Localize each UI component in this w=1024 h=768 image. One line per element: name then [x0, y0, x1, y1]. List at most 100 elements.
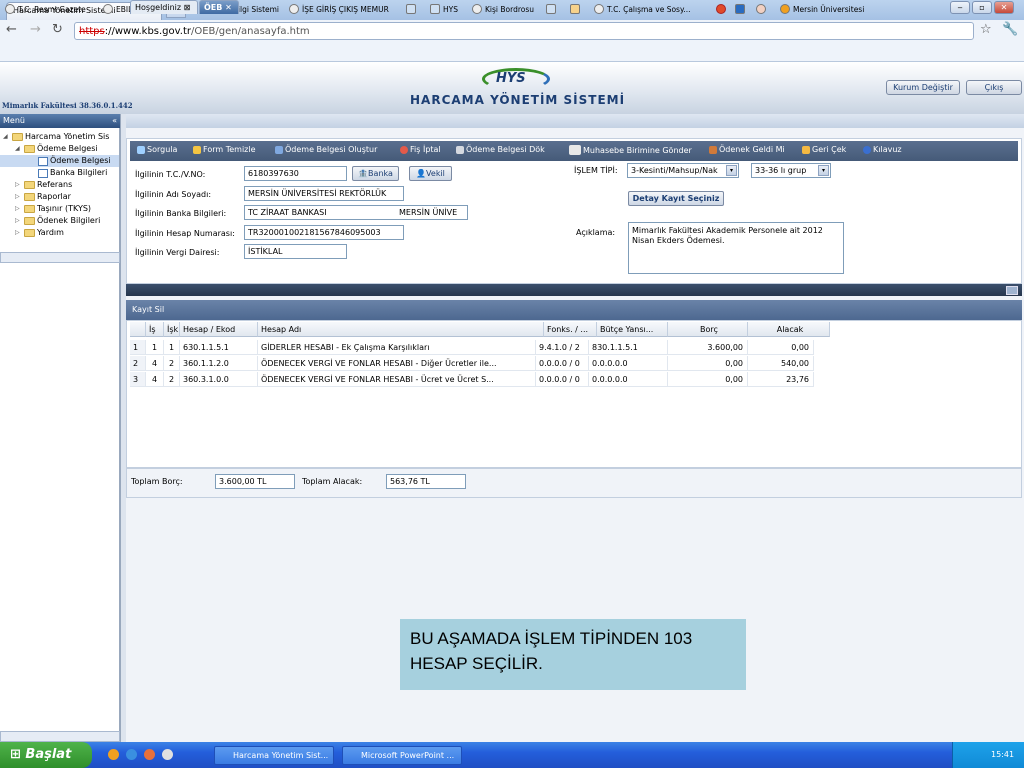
odeme-belgesi-dok-button[interactable]: Ödeme Belgesi Dök	[456, 145, 545, 154]
grid-cell-isk[interactable]: 1	[164, 340, 180, 355]
back-icon[interactable]: ←	[6, 22, 17, 37]
grid-header-hesap-adi[interactable]: Hesap Adı	[258, 322, 544, 337]
forward-icon[interactable]: →	[30, 22, 41, 37]
grid-cell-butce[interactable]: 0.0.0.0.0	[589, 356, 668, 371]
toplam-alacak-field[interactable]: 563,76 TL	[386, 474, 466, 489]
form-temizle-button[interactable]: Form Temizle	[193, 145, 256, 154]
bookmark-item[interactable]	[716, 4, 726, 14]
vergi-field[interactable]: İSTİKLAL	[244, 244, 347, 259]
grid-header-borc[interactable]: Borç	[668, 322, 748, 337]
expand-icon[interactable]: ▷	[15, 203, 22, 215]
grid-cell-alacak[interactable]: 540,00	[748, 356, 814, 371]
geri-cek-button[interactable]: Geri Çek	[802, 145, 846, 154]
tree-item-odenek[interactable]: ▷ Ödenek Bilgileri	[0, 215, 119, 227]
bookmark-item[interactable]	[406, 4, 416, 14]
grid-cell-is[interactable]: 1	[146, 340, 164, 355]
expand-icon[interactable]: ▷	[15, 191, 22, 203]
grup-select[interactable]: 33-36 lı grup ▾	[751, 163, 831, 178]
bookmark-item[interactable]	[570, 4, 580, 14]
chevron-down-icon[interactable]: ▾	[726, 165, 737, 176]
hesap-field[interactable]: TR320001002181567846095003	[244, 225, 404, 240]
grid-cell-hesap[interactable]: 360.3.1.0.0	[180, 372, 258, 387]
tab-oeb[interactable]: ÖEB ✕	[199, 0, 239, 14]
kurum-degistir-button[interactable]: Kurum Değiştir	[886, 80, 960, 95]
bookmark-item[interactable]: T.C. Resmi Gazete	[5, 4, 86, 14]
bookmark-item[interactable]: İŞE GİRİŞ ÇIKIŞ MEMUR	[289, 4, 389, 14]
firefox-icon[interactable]	[108, 749, 119, 760]
muhasebe-gonder-button[interactable]: Muhasebe Birimine Gönder	[569, 145, 692, 155]
wrench-icon[interactable]: 🔧	[1002, 22, 1018, 37]
collapse-icon[interactable]: «	[112, 116, 117, 125]
chevron-down-icon[interactable]: ▾	[818, 165, 829, 176]
grid-cell-fonks[interactable]: 0.0.0.0 / 0	[536, 372, 589, 387]
tree-item-odeme-belgesi[interactable]: ◢ Ödeme Belgesi	[0, 143, 119, 155]
detay-kayit-button[interactable]: Detay Kayıt Seçiniz	[628, 191, 724, 206]
grid-cell-hesap-adi[interactable]: ÖDENECEK VERGİ VE FONLAR HESABI - Ücret …	[258, 372, 536, 387]
tree-item-odeme-belgesi-doc[interactable]: Ödeme Belgesi	[0, 155, 119, 167]
close-icon[interactable]: ⊠	[184, 3, 191, 12]
kayit-sil-bar[interactable]: Kayıt Sil	[126, 300, 1022, 320]
bookmark-item[interactable]: HYS	[430, 4, 458, 14]
grid-cell-alacak[interactable]: 23,76	[748, 372, 814, 387]
reload-icon[interactable]: ↻	[52, 22, 63, 37]
grid-cell-borc[interactable]: 3.600,00	[668, 340, 748, 355]
start-button[interactable]: ⊞ Başlat	[0, 742, 92, 768]
chrome-icon[interactable]	[162, 749, 173, 760]
vekil-button[interactable]: 👤Vekil	[409, 166, 452, 181]
maximize-button[interactable]: ▫	[972, 1, 992, 14]
islem-tipi-select[interactable]: 3-Kesinti/Mahsup/Nak ▾	[627, 163, 739, 178]
expand-icon[interactable]: ◢	[3, 131, 10, 143]
url-field[interactable]: https://www.kbs.gov.tr/OEB/gen/anasayfa.…	[74, 22, 974, 40]
ad-field[interactable]: MERSİN ÜNİVERSİTESİ REKTÖRLÜK	[244, 186, 404, 201]
fis-iptal-button[interactable]: Fiş İptal	[400, 145, 441, 154]
grid-cell-alacak[interactable]: 0,00	[748, 340, 814, 355]
odeme-belgesi-olustur-button[interactable]: Ödeme Belgesi Oluştur	[275, 145, 377, 154]
grid-cell-butce[interactable]: 830.1.1.5.1	[589, 340, 668, 355]
grid-cell-borc[interactable]: 0,00	[668, 372, 748, 387]
tree-item-referans[interactable]: ▷ Referans	[0, 179, 119, 191]
banka-button[interactable]: 🏦Banka	[352, 166, 399, 181]
grid-header-fonks[interactable]: Fonks. / ...	[544, 322, 597, 337]
tc-field[interactable]: 6180397630	[244, 166, 347, 181]
odenek-geldi-mi-button[interactable]: Ödenek Geldi Mi	[709, 145, 785, 154]
grid-cell-hesap-adi[interactable]: ÖDENECEK VERGİ VE FONLAR HESABI - Diğer …	[258, 356, 536, 371]
toplam-borc-field[interactable]: 3.600,00 TL	[215, 474, 295, 489]
tab-hosgeldiniz[interactable]: Hoşgeldiniz ⊠	[130, 0, 198, 14]
taskbar-task-powerpoint[interactable]: Microsoft PowerPoint ...	[342, 746, 462, 765]
bookmark-item[interactable]	[756, 4, 766, 14]
bookmark-item[interactable]	[735, 4, 745, 14]
star-icon[interactable]: ☆	[980, 22, 992, 37]
clock[interactable]: 15:41	[991, 750, 1014, 759]
grid-cell-hesap[interactable]: 630.1.1.5.1	[180, 340, 258, 355]
grid-cell-fonks[interactable]: 9.4.1.0 / 2	[536, 340, 589, 355]
grid-cell-isk[interactable]: 2	[164, 356, 180, 371]
ie-icon[interactable]	[126, 749, 137, 760]
media-icon[interactable]	[144, 749, 155, 760]
grid-header-hesap[interactable]: Hesap / Ekod	[180, 322, 258, 337]
bookmark-item[interactable]: Mersin Üniversitesi	[780, 4, 864, 14]
grid-cell-hesap-adi[interactable]: GİDERLER HESABI - Ek Çalışma Karşılıklar…	[258, 340, 536, 355]
expand-icon[interactable]: ◢	[15, 143, 22, 155]
bookmark-item[interactable]: T.C. Çalışma ve Sosy...	[594, 4, 691, 14]
tree-item-tasinir[interactable]: ▷ Taşınır (TKYS)	[0, 203, 119, 215]
aciklama-textarea[interactable]: Mimarlık Fakültesi Akademik Personele ai…	[628, 222, 844, 274]
cikis-button[interactable]: Çıkış	[966, 80, 1022, 95]
bookmark-item[interactable]	[546, 4, 556, 14]
sorgula-button[interactable]: Sorgula	[137, 145, 177, 154]
bookmark-item[interactable]: Kişi Bordrosu	[472, 4, 534, 14]
grid-header-is[interactable]: İş	[146, 322, 164, 337]
grid-cell-is[interactable]: 4	[146, 356, 164, 371]
close-icon[interactable]: ✕	[225, 3, 232, 12]
expand-icon[interactable]: ▷	[15, 215, 22, 227]
grid-cell-fonks[interactable]: 0.0.0.0 / 0	[536, 356, 589, 371]
grid-cell-is[interactable]: 4	[146, 372, 164, 387]
tree-item-harcama[interactable]: ◢ Harcama Yönetim Sis	[0, 131, 119, 143]
grid-header-butce[interactable]: Bütçe Yansı...	[597, 322, 668, 337]
grid-header-isk[interactable]: İşk	[164, 322, 180, 337]
grid-cell-butce[interactable]: 0.0.0.0.0	[589, 372, 668, 387]
taskbar-task-chrome[interactable]: Harcama Yönetim Sist...	[214, 746, 334, 765]
minimize-button[interactable]: ‒	[950, 1, 970, 14]
expand-icon[interactable]: ▷	[15, 227, 22, 239]
tree-item-raporlar[interactable]: ▷ Raporlar	[0, 191, 119, 203]
close-window-button[interactable]: ✕	[994, 1, 1014, 14]
